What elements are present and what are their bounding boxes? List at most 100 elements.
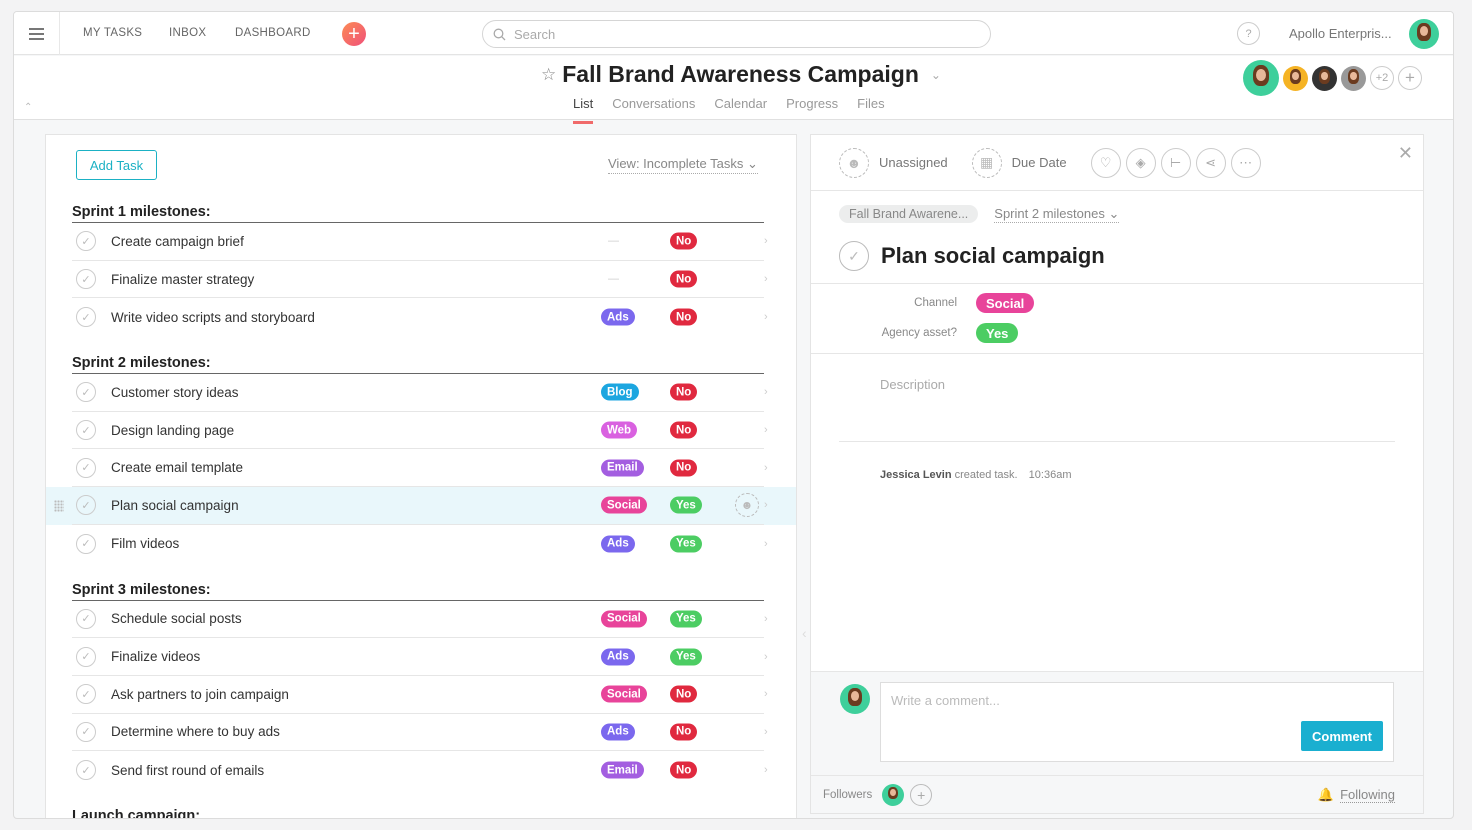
task-row[interactable]: ✓ Create email template Email No › <box>46 449 796 488</box>
channel-tag[interactable]: Email <box>601 459 644 477</box>
subtask-icon[interactable]: ⊢ <box>1160 147 1191 178</box>
tab-conversations[interactable]: Conversations <box>612 96 695 118</box>
chevron-right-icon[interactable]: › <box>764 726 768 738</box>
comment-button[interactable]: Comment <box>1301 721 1383 751</box>
collapse-icon[interactable]: ⌃ <box>24 102 32 113</box>
follower-avatar[interactable] <box>882 783 905 806</box>
agency-asset-tag[interactable]: No <box>670 459 698 477</box>
member-avatar[interactable] <box>1341 65 1366 91</box>
more-members-button[interactable]: +2 <box>1370 66 1394 90</box>
chevron-right-icon[interactable]: › <box>764 462 768 474</box>
agency-asset-tag[interactable]: Yes <box>670 610 702 628</box>
add-follower-button[interactable]: + <box>910 783 933 806</box>
complete-checkbox-icon[interactable]: ✓ <box>76 760 96 781</box>
chevron-right-icon[interactable]: › <box>764 651 768 663</box>
complete-checkbox-icon[interactable]: ✓ <box>76 646 96 667</box>
section-header[interactable]: Sprint 3 milestones: <box>72 563 764 601</box>
tab-files[interactable]: Files <box>857 96 884 118</box>
heart-icon[interactable]: ♡ <box>1090 147 1121 178</box>
complete-checkbox-icon[interactable]: ✓ <box>76 684 96 705</box>
help-button[interactable]: ? <box>1237 22 1260 45</box>
channel-tag[interactable]: Ads <box>601 308 635 326</box>
complete-checkbox-icon[interactable]: ✓ <box>76 269 96 290</box>
task-row[interactable]: ✓ Customer story ideas Blog No › <box>46 374 796 412</box>
task-name[interactable]: Finalize master strategy <box>111 272 764 287</box>
agency-asset-tag[interactable]: No <box>670 761 698 779</box>
complete-checkbox-icon[interactable]: ✓ <box>76 457 96 478</box>
close-icon[interactable]: ✕ <box>1398 143 1413 164</box>
channel-tag[interactable]: Social <box>601 496 647 514</box>
user-avatar[interactable] <box>1409 19 1439 49</box>
nav-my-tasks[interactable]: MY TASKS <box>83 27 142 39</box>
agency-asset-tag[interactable]: No <box>670 232 698 250</box>
task-name[interactable]: Create email template <box>111 460 764 475</box>
member-avatar[interactable] <box>1283 65 1308 91</box>
agency-asset-tag[interactable]: Yes <box>670 496 702 514</box>
tab-calendar[interactable]: Calendar <box>714 96 767 118</box>
tab-progress[interactable]: Progress <box>786 96 838 118</box>
task-row[interactable]: ✓ Write video scripts and storyboard Ads No… <box>46 298 796 336</box>
story-author[interactable]: Jessica Levin <box>880 469 952 481</box>
project-breadcrumb[interactable]: Fall Brand Awarene... <box>839 205 979 223</box>
task-name[interactable]: Plan social campaign <box>111 498 764 513</box>
agency-asset-tag[interactable]: No <box>670 421 698 439</box>
member-avatar[interactable] <box>1312 65 1337 91</box>
field-value[interactable]: Social <box>976 293 1035 313</box>
complete-checkbox-icon[interactable]: ✓ <box>76 382 96 403</box>
search-input[interactable] <box>514 26 954 42</box>
task-row[interactable]: ✓ Create campaign brief — No › <box>46 223 796 261</box>
section-header[interactable]: Sprint 1 milestones: <box>72 195 764 223</box>
chevron-right-icon[interactable]: › <box>764 273 768 285</box>
tab-list[interactable]: List <box>573 96 594 124</box>
assignee-icon[interactable]: ☻ <box>839 147 869 178</box>
complete-checkbox-icon[interactable]: ✓ <box>76 420 96 441</box>
nav-dashboard[interactable]: DASHBOARD <box>235 27 311 39</box>
section-header[interactable]: Sprint 2 milestones: <box>72 336 764 375</box>
empty-channel[interactable]: — <box>608 235 619 247</box>
search-bar[interactable] <box>482 20 991 48</box>
channel-tag[interactable]: Web <box>601 421 638 439</box>
calendar-icon[interactable]: ▦ <box>971 147 1002 178</box>
agency-asset-tag[interactable]: Yes <box>670 535 702 553</box>
task-title[interactable]: Plan social campaign <box>881 243 1105 269</box>
comment-input[interactable] <box>881 683 1393 723</box>
task-row[interactable]: ✓ Film videos Ads Yes › <box>46 525 796 563</box>
due-date-field[interactable]: Due Date <box>1012 155 1067 170</box>
task-name[interactable]: Customer story ideas <box>111 385 764 400</box>
task-name[interactable]: Determine where to buy ads <box>111 724 764 739</box>
complete-checkbox-icon[interactable]: ✓ <box>76 495 96 516</box>
task-name[interactable]: Ask partners to join campaign <box>111 687 764 702</box>
attachment-icon[interactable]: ⋖ <box>1195 147 1226 178</box>
chevron-right-icon[interactable]: › <box>764 764 768 776</box>
add-member-button[interactable]: + <box>1398 66 1422 90</box>
task-row[interactable]: ✓ Finalize videos Ads Yes › <box>46 638 796 676</box>
complete-checkbox-icon[interactable]: ✓ <box>76 307 96 328</box>
task-name[interactable]: Create campaign brief <box>111 234 764 249</box>
complete-checkbox-icon[interactable]: ✓ <box>76 231 96 252</box>
task-name[interactable]: Schedule social posts <box>111 611 764 626</box>
member-avatar[interactable] <box>1243 60 1279 96</box>
empty-channel[interactable]: — <box>608 273 619 285</box>
chevron-down-icon[interactable]: ⌄ <box>931 68 941 82</box>
channel-tag[interactable]: Ads <box>601 535 635 553</box>
tag-icon[interactable]: ◈ <box>1125 147 1156 178</box>
channel-tag[interactable]: Social <box>601 685 647 703</box>
task-row[interactable]: ✓ Plan social campaign Social Yes ☻ › <box>46 487 796 525</box>
task-row[interactable]: ✓ Finalize master strategy — No › <box>46 261 796 299</box>
chevron-right-icon[interactable]: › <box>764 613 768 625</box>
complete-checkbox-icon[interactable]: ✓ <box>76 721 96 742</box>
task-row[interactable]: ✓ Determine where to buy ads Ads No › <box>46 714 796 752</box>
task-row[interactable]: ✓ Design landing page Web No › <box>46 412 796 450</box>
chevron-right-icon[interactable]: › <box>764 538 768 550</box>
chevron-right-icon[interactable]: › <box>764 688 768 700</box>
chevron-right-icon[interactable]: › <box>764 499 768 511</box>
quick-add-button[interactable]: + <box>342 22 366 46</box>
drag-handle-icon[interactable] <box>54 499 64 512</box>
hamburger-menu-icon[interactable] <box>14 12 60 55</box>
channel-tag[interactable]: Ads <box>601 648 635 666</box>
task-name[interactable]: Design landing page <box>111 423 764 438</box>
complete-checkbox-icon[interactable]: ✓ <box>76 533 96 554</box>
following-toggle[interactable]: 🔔 Following <box>1318 787 1395 803</box>
channel-tag[interactable]: Social <box>601 610 647 628</box>
add-task-button[interactable]: Add Task <box>76 150 157 180</box>
